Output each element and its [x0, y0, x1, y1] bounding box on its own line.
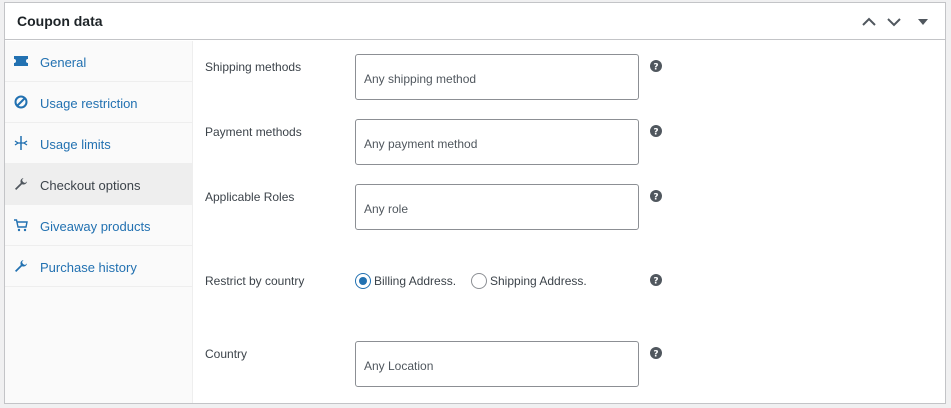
shipping-address-label: Shipping Address.	[490, 274, 587, 288]
limits-icon	[14, 136, 28, 150]
shipping-methods-select[interactable]: Any shipping method	[355, 54, 639, 100]
caret-down-icon[interactable]	[914, 13, 932, 31]
no-entry-icon	[14, 95, 28, 109]
applicable-roles-select[interactable]: Any role	[355, 184, 639, 230]
applicable-roles-placeholder: Any role	[364, 202, 409, 216]
tab-label: Purchase history	[40, 260, 137, 275]
ticket-icon	[14, 54, 28, 68]
tab-label: Usage limits	[40, 137, 111, 152]
svg-text:?: ?	[653, 127, 658, 137]
tab-label: General	[40, 55, 87, 70]
tab-purchase-history[interactable]: Purchase history	[5, 246, 193, 287]
svg-text:?: ?	[653, 62, 658, 72]
coupon-data-panel: Coupon data General Usage restriction Us…	[4, 2, 946, 404]
help-icon[interactable]: ?	[650, 60, 662, 72]
payment-methods-placeholder: Any payment method	[364, 137, 478, 151]
svg-text:?: ?	[653, 276, 658, 286]
wrench-icon	[14, 259, 28, 273]
payment-methods-label: Payment methods	[205, 125, 302, 139]
tab-general[interactable]: General	[5, 41, 193, 82]
wrench-icon	[14, 177, 28, 191]
tab-giveaway-products[interactable]: Giveaway products	[5, 205, 193, 246]
tab-checkout-options[interactable]: Checkout options	[5, 164, 193, 205]
svg-text:?: ?	[653, 349, 658, 359]
coupon-tabs-sidebar: General Usage restriction Usage limits C…	[5, 41, 193, 403]
help-icon[interactable]: ?	[650, 190, 662, 202]
help-icon[interactable]: ?	[650, 274, 662, 286]
tab-label: Giveaway products	[40, 219, 151, 234]
country-select[interactable]: Any Location	[355, 341, 639, 387]
applicable-roles-label: Applicable Roles	[205, 190, 295, 204]
payment-methods-select[interactable]: Any payment method	[355, 119, 639, 165]
radio-circle[interactable]	[471, 273, 487, 289]
shipping-methods-placeholder: Any shipping method	[364, 72, 477, 86]
tab-label: Checkout options	[40, 178, 141, 193]
panel-header: Coupon data	[5, 3, 945, 40]
shipping-methods-label: Shipping methods	[205, 60, 302, 74]
help-icon[interactable]: ?	[650, 347, 662, 359]
tab-usage-limits[interactable]: Usage limits	[5, 123, 193, 164]
help-icon[interactable]: ?	[650, 125, 662, 137]
cart-icon	[14, 218, 28, 232]
restrict-by-country-label: Restrict by country	[205, 274, 305, 288]
billing-address-label: Billing Address.	[374, 274, 457, 288]
radio-circle[interactable]	[355, 273, 371, 289]
tab-usage-restriction[interactable]: Usage restriction	[5, 82, 193, 123]
svg-text:?: ?	[653, 192, 658, 202]
country-placeholder: Any Location	[364, 359, 434, 373]
country-label: Country	[205, 347, 248, 361]
tab-label: Usage restriction	[40, 96, 138, 111]
chevron-up-icon[interactable]	[860, 13, 878, 31]
chevron-down-icon[interactable]	[885, 13, 903, 31]
panel-title: Coupon data	[17, 13, 103, 29]
